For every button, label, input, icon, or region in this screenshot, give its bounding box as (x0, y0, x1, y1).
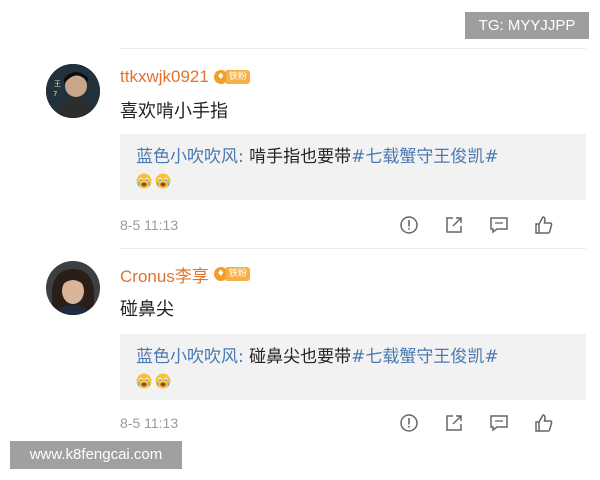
fan-badge: ♦ 铁粉 (213, 69, 250, 85)
action-bar (398, 412, 555, 434)
like-icon[interactable] (533, 412, 555, 434)
top-divider (120, 48, 586, 49)
like-icon[interactable] (533, 214, 555, 236)
timestamp: 8-5 11:13 (120, 217, 179, 233)
reply-line: 蓝色小吹吹风: 啃手指也要带#七载蟹守王俊凯# (136, 142, 499, 167)
svg-text:王: 王 (54, 80, 61, 88)
repost-icon[interactable] (443, 214, 465, 236)
reply-colon: : (238, 147, 250, 167)
repost-icon[interactable] (443, 412, 465, 434)
comment-text: 碰鼻尖 (120, 299, 174, 320)
reply-hashtag[interactable]: #七载蟹守王俊凯# (351, 147, 499, 167)
username-row: ttkxwjk0921 ♦ 铁粉 (120, 66, 250, 88)
reply-box[interactable]: 蓝色小吹吹风: 碰鼻尖也要带#七载蟹守王俊凯# (120, 334, 586, 400)
crying-face-emoji-icon (136, 173, 152, 189)
action-bar (398, 214, 555, 236)
svg-text:7: 7 (53, 90, 57, 98)
reply-colon: : (238, 347, 250, 367)
fan-badge: ♦ 铁粉 (213, 266, 250, 282)
emoji-row (136, 373, 174, 389)
avatar[interactable] (46, 261, 100, 315)
timestamp: 8-5 11:13 (120, 415, 179, 431)
emoji-row (136, 173, 174, 189)
reply-author[interactable]: 蓝色小吹吹风 (136, 147, 238, 167)
reply-author[interactable]: 蓝色小吹吹风 (136, 347, 238, 367)
reply-line: 蓝色小吹吹风: 碰鼻尖也要带#七载蟹守王俊凯# (136, 342, 499, 367)
comment-icon[interactable] (488, 412, 510, 434)
crying-face-emoji-icon (155, 173, 171, 189)
fan-badge-label: 铁粉 (225, 70, 250, 84)
reply-body: 碰鼻尖也要带 (249, 347, 352, 367)
reply-body: 啃手指也要带 (249, 147, 352, 167)
comment-divider (120, 248, 586, 249)
top-right-watermark: TG: MYYJJPP (465, 12, 589, 39)
reply-box[interactable]: 蓝色小吹吹风: 啃手指也要带#七载蟹守王俊凯# (120, 134, 586, 200)
comment-text: 喜欢啃小手指 (120, 101, 228, 122)
bottom-left-watermark: www.k8fengcai.com (10, 441, 182, 469)
crying-face-emoji-icon (136, 373, 152, 389)
username[interactable]: Cronus李享 (120, 262, 209, 287)
crying-face-emoji-icon (155, 373, 171, 389)
avatar[interactable]: 王 7 (46, 64, 100, 118)
comment-icon[interactable] (488, 214, 510, 236)
fan-badge-label: 铁粉 (225, 267, 250, 281)
report-icon[interactable] (398, 412, 420, 434)
report-icon[interactable] (398, 214, 420, 236)
reply-hashtag[interactable]: #七载蟹守王俊凯# (351, 347, 499, 367)
username-row: Cronus李享 ♦ 铁粉 (120, 262, 250, 287)
username[interactable]: ttkxwjk0921 (120, 67, 209, 87)
